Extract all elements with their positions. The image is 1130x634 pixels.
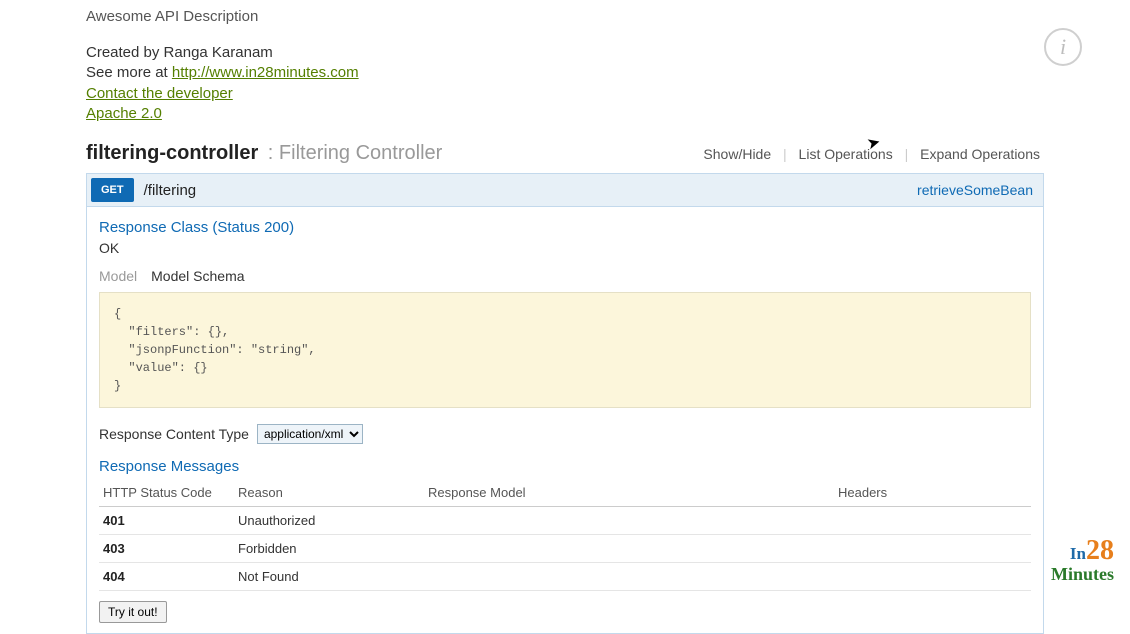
- tab-model[interactable]: Model: [99, 268, 137, 284]
- info-icon[interactable]: i: [1044, 28, 1082, 66]
- status-code: 403: [99, 535, 234, 563]
- api-info-block: Created by Ranga Karanam See more at htt…: [86, 43, 1044, 124]
- operation-name: retrieveSomeBean: [917, 182, 1033, 198]
- table-row: 403 Forbidden: [99, 535, 1031, 563]
- api-description-title: Awesome API Description: [86, 8, 1044, 25]
- tab-model-schema[interactable]: Model Schema: [151, 268, 244, 284]
- model-schema-box[interactable]: { "filters": {}, "jsonpFunction": "strin…: [99, 292, 1031, 408]
- status-reason: Forbidden: [234, 535, 424, 563]
- operation-block: GET /filtering retrieveSomeBean Response…: [86, 173, 1044, 634]
- col-response-model: Response Model: [424, 481, 834, 507]
- col-reason: Reason: [234, 481, 424, 507]
- response-content-type-select[interactable]: application/xml: [257, 424, 363, 444]
- col-http-status: HTTP Status Code: [99, 481, 234, 507]
- operation-header[interactable]: GET /filtering retrieveSomeBean: [87, 174, 1043, 206]
- in28minutes-logo: In28 Minutes: [1051, 537, 1114, 583]
- status-code: 404: [99, 563, 234, 591]
- operation-path: /filtering: [144, 182, 917, 199]
- created-by-prefix: Created by: [86, 44, 164, 61]
- contact-developer-link[interactable]: Contact the developer: [86, 85, 233, 102]
- status-reason: Not Found: [234, 563, 424, 591]
- table-row: 401 Unauthorized: [99, 507, 1031, 535]
- http-method-badge: GET: [91, 178, 134, 202]
- controller-sep: :: [262, 142, 279, 164]
- see-more-prefix: See more at: [86, 64, 172, 81]
- try-it-out-button[interactable]: Try it out!: [99, 601, 167, 623]
- response-class-title: Response Class (Status 200): [99, 219, 1031, 236]
- controller-desc: Filtering Controller: [279, 142, 442, 164]
- response-ok-text: OK: [99, 240, 1031, 256]
- table-row: 404 Not Found: [99, 563, 1031, 591]
- see-more-link[interactable]: http://www.in28minutes.com: [172, 64, 359, 81]
- response-content-type-label: Response Content Type: [99, 426, 249, 442]
- action-show-hide[interactable]: Show/Hide: [699, 146, 775, 162]
- action-expand-operations[interactable]: Expand Operations: [916, 146, 1044, 162]
- created-by-name: Ranga Karanam: [164, 44, 273, 61]
- col-headers: Headers: [834, 481, 1031, 507]
- controller-name[interactable]: filtering-controller: [86, 142, 258, 164]
- response-messages-title: Response Messages: [99, 458, 1031, 475]
- status-reason: Unauthorized: [234, 507, 424, 535]
- status-code: 401: [99, 507, 234, 535]
- response-messages-table: HTTP Status Code Reason Response Model H…: [99, 481, 1031, 591]
- license-link[interactable]: Apache 2.0: [86, 105, 162, 122]
